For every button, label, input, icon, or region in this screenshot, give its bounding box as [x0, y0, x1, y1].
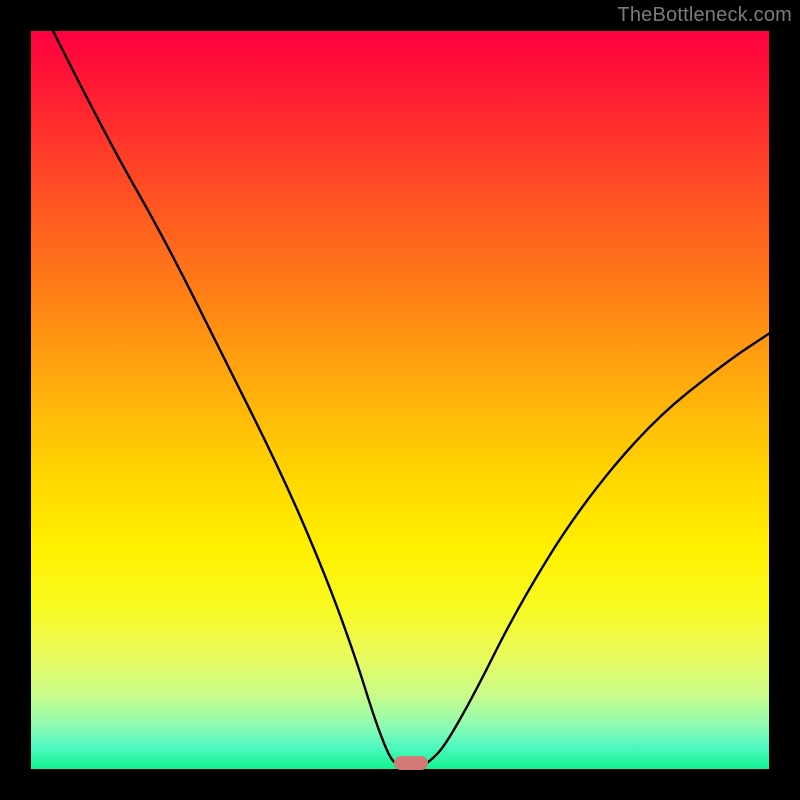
bottleneck-curve: [31, 31, 769, 769]
attribution-text: TheBottleneck.com: [617, 4, 792, 27]
plot-area: [31, 31, 769, 769]
optimal-marker: [394, 756, 428, 770]
chart-frame: TheBottleneck.com: [0, 0, 800, 800]
